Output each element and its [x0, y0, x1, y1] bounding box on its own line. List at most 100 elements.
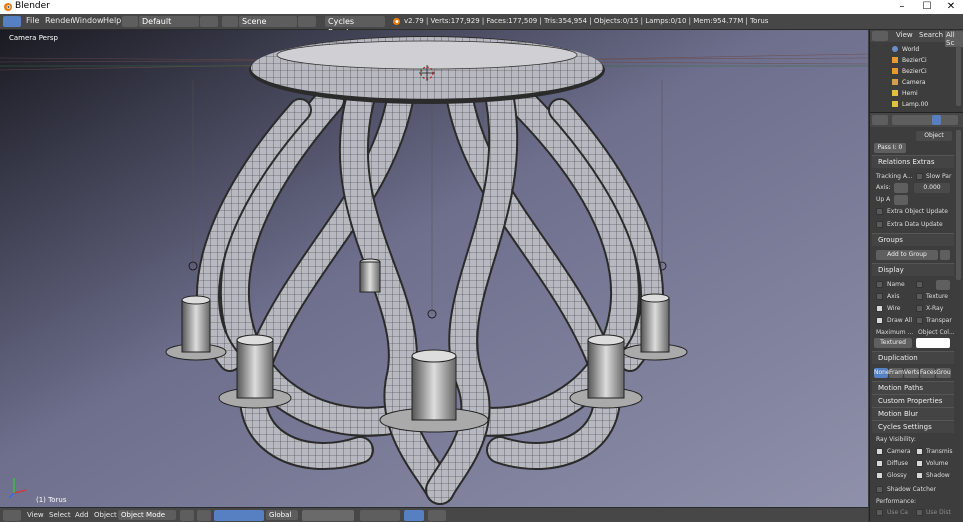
dupli-verts-button[interactable]: Verts — [904, 368, 919, 378]
outliner-scrollbar[interactable] — [956, 46, 961, 106]
panel-display[interactable]: Display — [872, 263, 954, 276]
extra-object-update-checkbox[interactable] — [876, 208, 883, 215]
menu-render[interactable]: Render — [45, 16, 73, 25]
outliner-row[interactable]: Camera — [870, 78, 963, 88]
axis-select[interactable] — [894, 183, 908, 193]
viewport-shading-icon[interactable] — [180, 510, 194, 521]
panel-title: Cycles Settings — [878, 423, 932, 431]
transform-orientation-select[interactable]: Global — [266, 510, 298, 520]
display-wire-checkbox[interactable] — [876, 305, 883, 312]
ray-transmission-checkbox[interactable] — [916, 448, 923, 455]
pivot-point-icon[interactable] — [197, 510, 211, 521]
ray-camera-checkbox[interactable] — [876, 448, 883, 455]
slow-parent-checkbox[interactable] — [916, 173, 923, 180]
extra-object-update-label: Extra Object Update — [887, 208, 948, 215]
maximize-button[interactable]: ☐ — [915, 0, 939, 14]
slow-parent-offset-field[interactable]: 0.000 — [914, 183, 950, 193]
outliner-row[interactable]: BezierCi — [870, 67, 963, 77]
outliner-item-label: BezierCi — [902, 57, 927, 64]
manipulator-icons[interactable] — [214, 510, 264, 521]
outliner-row[interactable]: World — [870, 45, 963, 55]
object-color-swatch[interactable] — [916, 338, 950, 348]
properties-context-tabs[interactable] — [892, 115, 958, 125]
render-preview-icon[interactable] — [428, 510, 446, 521]
extra-data-update-checkbox[interactable] — [876, 221, 883, 228]
panel-groups[interactable]: Groups — [872, 233, 954, 246]
display-texture-space-checkbox[interactable] — [916, 293, 923, 300]
editor-type-info-icon[interactable] — [3, 16, 21, 27]
pass-index-field[interactable]: Pass I: 0 — [874, 143, 906, 153]
display-xray-checkbox[interactable] — [916, 305, 923, 312]
screen-layout-icon[interactable] — [122, 16, 138, 27]
panel-cycles-settings[interactable]: Cycles Settings — [872, 420, 954, 433]
ray-diffuse-checkbox[interactable] — [876, 460, 883, 467]
draw-type-select[interactable]: Textured — [874, 338, 912, 348]
menu-add[interactable]: Add — [75, 511, 89, 519]
up-axis-select[interactable] — [894, 195, 908, 205]
ray-shadow-checkbox[interactable] — [916, 472, 923, 479]
outliner-menu-view[interactable]: View — [896, 31, 913, 39]
window-title: Blender — [15, 1, 50, 11]
layout-add-remove-icon[interactable] — [200, 16, 218, 27]
scene-icon[interactable] — [222, 16, 238, 27]
display-texture-label: Texture — [926, 293, 948, 300]
active-object-label: (1) Torus — [36, 496, 67, 504]
panel-motion-blur[interactable]: Motion Blur — [872, 407, 954, 420]
close-button[interactable]: ✕ — [939, 0, 963, 14]
mode-select[interactable]: Object Mode — [118, 510, 176, 520]
scene-field[interactable]: Scene — [239, 16, 297, 27]
extra-data-update-label: Extra Data Update — [887, 221, 943, 228]
snap-icon[interactable] — [404, 510, 424, 521]
bounds-type-select[interactable] — [936, 280, 950, 290]
outliner-menu-search[interactable]: Search — [919, 31, 943, 39]
view-layers-icons[interactable] — [360, 510, 400, 521]
dupli-frames-button[interactable]: Fram — [889, 368, 904, 378]
menu-help[interactable]: Help — [103, 16, 121, 25]
3d-viewport[interactable]: Camera Persp (1) Torus — [0, 30, 868, 507]
ray-glossy-checkbox[interactable] — [876, 472, 883, 479]
shadow-catcher-checkbox[interactable] — [876, 486, 883, 493]
object-color-label: Object Col... — [918, 329, 955, 336]
menu-window[interactable]: Window — [72, 16, 104, 25]
panel-custom-properties[interactable]: Custom Properties — [872, 394, 954, 407]
layers-grid[interactable] — [302, 510, 354, 521]
editor-type-properties-icon[interactable] — [872, 115, 888, 125]
add-group-icon[interactable] — [940, 250, 950, 260]
outliner-row[interactable]: BezierCi — [870, 56, 963, 66]
scene-add-remove-icon[interactable] — [298, 16, 316, 27]
properties-scrollbar[interactable] — [956, 130, 961, 280]
ray-volume-checkbox[interactable] — [916, 460, 923, 467]
dupli-group-button[interactable]: Grou — [936, 368, 951, 378]
display-draw-all-checkbox[interactable] — [876, 317, 883, 324]
panel-title: Relations Extras — [878, 158, 935, 166]
panel-duplication[interactable]: Duplication — [872, 351, 954, 364]
editor-type-outliner-icon[interactable] — [872, 31, 888, 41]
menu-select[interactable]: Select — [49, 511, 71, 519]
dupli-none-button[interactable]: None — [874, 368, 890, 378]
ray-shadow-label: Shadow — [926, 472, 950, 479]
display-axis-checkbox[interactable] — [876, 293, 883, 300]
display-draw-all-label: Draw All — [887, 317, 913, 324]
layout-field[interactable]: Default — [139, 16, 199, 27]
menu-file[interactable]: File — [26, 16, 39, 25]
panel-relations-extras[interactable]: Relations Extras — [872, 155, 954, 168]
minimize-button[interactable]: – — [890, 0, 914, 14]
use-distance-cull-checkbox[interactable] — [916, 509, 923, 516]
display-bounds-checkbox[interactable] — [916, 281, 923, 288]
display-transparent-checkbox[interactable] — [916, 317, 923, 324]
menu-view[interactable]: View — [27, 511, 44, 519]
editor-type-3dview-icon[interactable] — [3, 510, 21, 521]
add-to-group-button[interactable]: Add to Group — [876, 250, 938, 260]
outliner-item-label: Lamp.00 — [902, 101, 929, 108]
dupli-faces-button[interactable]: Faces — [920, 368, 937, 378]
outliner-row[interactable]: Hemi — [870, 89, 963, 99]
render-engine-select[interactable]: Cycles Render — [325, 16, 385, 37]
use-camera-cull-checkbox[interactable] — [876, 509, 883, 516]
object-dropdown[interactable]: Object — [916, 131, 952, 141]
view-label: Camera Persp — [9, 34, 58, 42]
panel-motion-paths[interactable]: Motion Paths — [872, 381, 954, 394]
outliner-row[interactable]: Lamp.00 — [870, 100, 963, 110]
menu-object[interactable]: Object — [94, 511, 117, 519]
object-tab-icon[interactable] — [932, 115, 941, 125]
display-name-checkbox[interactable] — [876, 281, 883, 288]
